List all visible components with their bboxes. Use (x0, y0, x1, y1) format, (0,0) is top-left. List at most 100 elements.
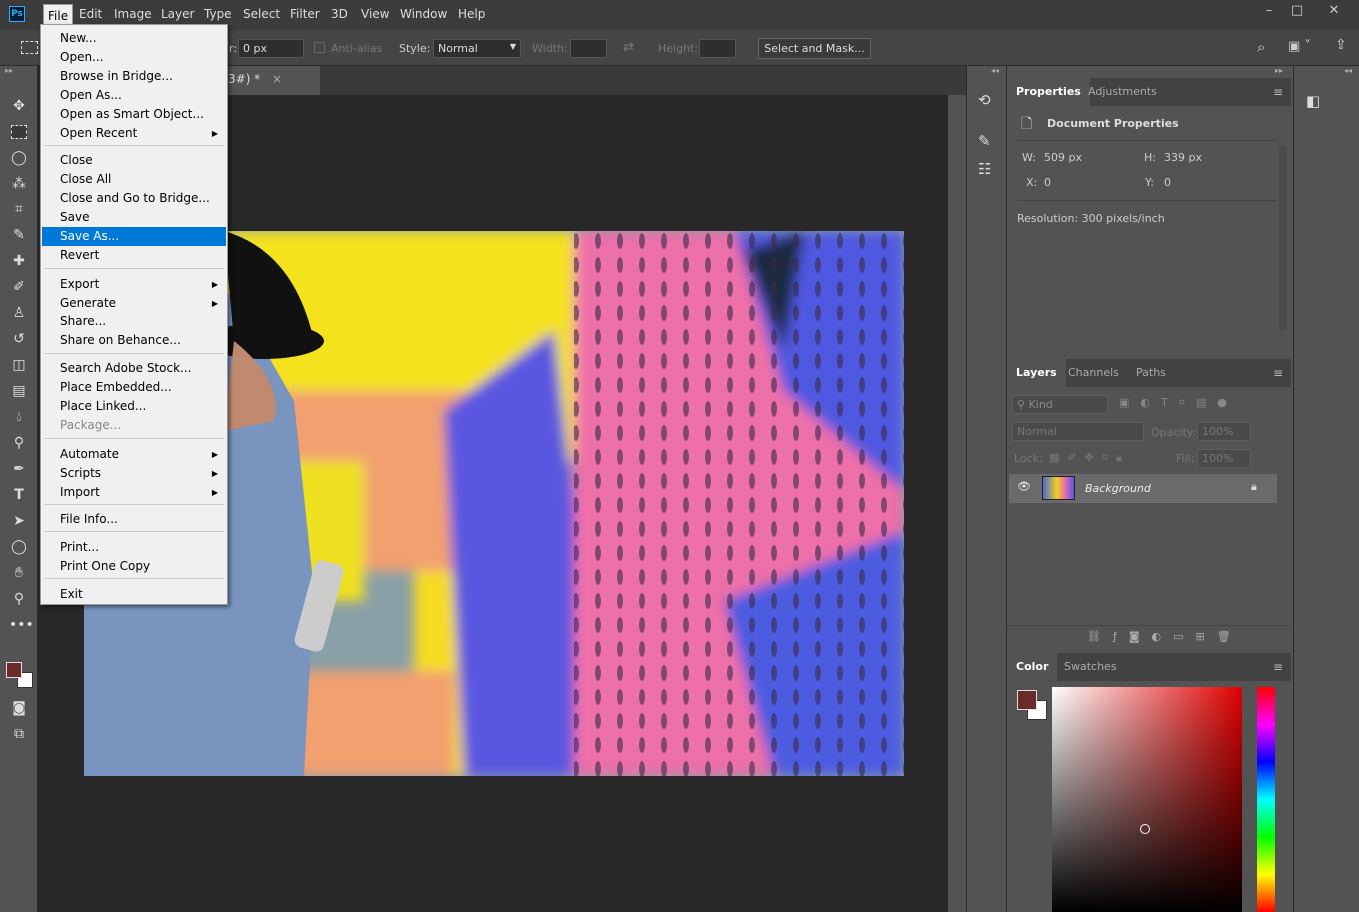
menu-view[interactable]: View (361, 7, 389, 21)
file-menu-item-place-embedded[interactable]: Place Embedded... (42, 378, 226, 397)
file-menu-item-share[interactable]: Share... (42, 312, 226, 331)
menu-window[interactable]: Window (400, 7, 447, 21)
brush-tool-icon[interactable]: ✐ (9, 277, 29, 297)
file-menu-item-export[interactable]: Export ▶ (42, 275, 226, 294)
tab-layers[interactable]: Layers (1007, 359, 1066, 387)
file-menu-item-save-as[interactable]: Save As... (42, 227, 226, 246)
menu-edit[interactable]: Edit (79, 7, 102, 21)
file-menu-item-import[interactable]: Import ▶ (42, 483, 226, 502)
layer-action-icons[interactable]: ⛓ƒ◙◐▭⊞🗑︎ (1087, 630, 1243, 643)
ellipse-tool-icon[interactable]: ◯ (9, 537, 29, 557)
color-field[interactable] (1052, 687, 1242, 912)
rectangular-marquee-icon[interactable] (21, 41, 38, 54)
libraries-icon[interactable]: ◧ (1306, 92, 1320, 110)
brush-settings-icon[interactable]: ✎ (978, 132, 991, 150)
crop-tool-icon[interactable]: ⌗ (9, 199, 29, 219)
tab-channels[interactable]: Channels (1059, 359, 1128, 387)
layer-filter-icons[interactable]: ▣◐T⌗▤● (1119, 396, 1238, 410)
file-menu-item-new[interactable]: New... (42, 29, 226, 48)
marquee-tool-icon[interactable] (11, 125, 27, 139)
menu-filter[interactable]: Filter (290, 7, 320, 21)
type-tool-icon[interactable]: T (9, 485, 29, 505)
menu-image[interactable]: Image (114, 7, 152, 21)
blur-tool-icon[interactable]: 💧︎ (9, 407, 29, 427)
more-tools-icon[interactable]: ••• (9, 615, 34, 635)
menu-layer[interactable]: Layer (161, 7, 194, 21)
layer-name[interactable]: Background (1085, 482, 1151, 495)
collapse-icon[interactable]: ▸▸ (1275, 66, 1283, 75)
history-brush-icon[interactable]: ↺ (9, 329, 29, 349)
eyedropper-icon[interactable]: ✎ (9, 225, 29, 245)
quick-mask-icon[interactable]: ◙ (9, 698, 29, 718)
close-tab-icon[interactable]: × (272, 72, 282, 86)
eye-icon[interactable]: 👁︎ (1017, 480, 1031, 493)
panel-menu-icon[interactable]: ≡ (1273, 660, 1283, 674)
foreground-color-swatch[interactable] (1017, 690, 1037, 710)
style-select[interactable]: Normal ▼ (433, 39, 521, 58)
color-picker-marker[interactable] (1140, 824, 1150, 834)
file-menu-item-generate[interactable]: Generate ▶ (42, 294, 226, 313)
anti-alias-checkbox[interactable] (314, 42, 325, 53)
tab-properties[interactable]: Properties (1007, 78, 1090, 106)
healing-brush-icon[interactable]: ✚ (9, 251, 29, 271)
panel-menu-icon[interactable]: ≡ (1273, 85, 1283, 99)
properties-scrollbar[interactable] (1279, 146, 1287, 330)
canvas-scrollbar[interactable] (948, 95, 966, 912)
lock-icons[interactable]: ▦✐✥⌗🔒︎ (1049, 451, 1130, 465)
tab-color[interactable]: Color (1007, 653, 1058, 681)
lasso-tool-icon[interactable]: ◯ (9, 148, 29, 168)
tab-adjustments[interactable]: Adjustments (1079, 78, 1166, 106)
hue-slider[interactable] (1257, 687, 1275, 912)
file-menu-item-open[interactable]: Open... (42, 48, 226, 67)
menu-select[interactable]: Select (243, 7, 280, 21)
file-menu-item-open-as-smart-object[interactable]: Open as Smart Object... (42, 105, 226, 124)
file-menu-item-revert[interactable]: Revert (42, 246, 226, 265)
layer-row-background[interactable]: 👁︎ Background 🔒︎ (1009, 474, 1277, 503)
file-menu-item-scripts[interactable]: Scripts ▶ (42, 464, 226, 483)
dodge-tool-icon[interactable]: ⚲ (9, 433, 29, 453)
close-window-button[interactable]: ✕ (1324, 3, 1344, 19)
maximize-button[interactable]: □ (1287, 3, 1307, 19)
clone-stamp-icon[interactable]: ♙ (9, 303, 29, 323)
collapse-icon[interactable]: ◂◂ (991, 66, 999, 75)
file-menu-item-open-recent[interactable]: Open Recent ▶ (42, 124, 226, 143)
opacity-input[interactable]: 100% (1197, 422, 1251, 441)
pen-tool-icon[interactable]: ✒ (9, 459, 29, 479)
file-menu-item-file-info[interactable]: File Info... (42, 510, 226, 529)
file-menu-item-search-adobe-stock[interactable]: Search Adobe Stock... (42, 359, 226, 378)
layer-filter-kind-select[interactable]: ⚲ Kind (1012, 395, 1108, 414)
share-icon[interactable]: ⇪ (1335, 37, 1347, 53)
path-selection-icon[interactable]: ➤ (9, 511, 29, 531)
foreground-color-swatch[interactable] (6, 662, 22, 678)
menu-3d[interactable]: 3D (331, 7, 348, 21)
magic-wand-icon[interactable]: ⁂ (9, 174, 29, 194)
file-menu-item-share-on-behance[interactable]: Share on Behance... (42, 331, 226, 350)
file-menu-item-print[interactable]: Print... (42, 538, 226, 557)
file-menu-item-exit[interactable]: Exit (42, 585, 226, 604)
panel-menu-icon[interactable]: ≡ (1273, 366, 1283, 380)
zoom-tool-icon[interactable]: ⚲ (9, 589, 29, 609)
screen-mode-icon[interactable]: ⧉ (9, 724, 29, 744)
file-menu-item-save[interactable]: Save (42, 208, 226, 227)
workspace-icon[interactable]: ▣ ˅ (1288, 39, 1311, 54)
swap-icon[interactable]: ⇄ (623, 40, 634, 55)
width-input[interactable] (570, 39, 607, 58)
file-menu-item-close[interactable]: Close (42, 151, 226, 170)
file-menu-item-close-and-go-to-bridge[interactable]: Close and Go to Bridge... (42, 189, 226, 208)
document-tab[interactable]: 3#) * × (228, 66, 320, 95)
menu-help[interactable]: Help (458, 7, 485, 21)
file-menu-item-close-all[interactable]: Close All (42, 170, 226, 189)
feather-input[interactable]: 0 px (238, 39, 304, 58)
eraser-icon[interactable]: ◫ (9, 355, 29, 375)
adjustments-sliders-icon[interactable]: ☷ (978, 160, 991, 178)
hand-tool-icon[interactable]: ✋︎ (9, 563, 29, 583)
tab-swatches[interactable]: Swatches (1055, 653, 1126, 681)
menu-type[interactable]: Type (204, 7, 232, 21)
gradient-icon[interactable]: ▤ (9, 381, 29, 401)
file-menu-item-browse-in-bridge[interactable]: Browse in Bridge... (42, 67, 226, 86)
move-tool-icon[interactable]: ✥ (9, 96, 29, 116)
height-input[interactable] (699, 39, 736, 58)
file-menu-item-automate[interactable]: Automate ▶ (42, 445, 226, 464)
collapse-icon[interactable]: ▸▸ (5, 66, 13, 75)
file-menu-item-open-as[interactable]: Open As... (42, 86, 226, 105)
